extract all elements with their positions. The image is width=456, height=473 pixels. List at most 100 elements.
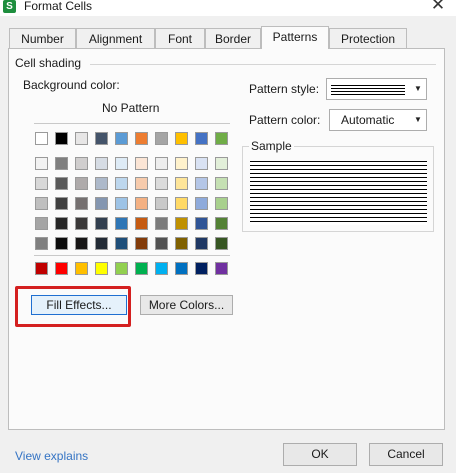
pattern-style-dropdown[interactable]: ▼ xyxy=(326,78,427,100)
standard-color-swatch[interactable] xyxy=(155,262,168,275)
tint-color-swatch[interactable] xyxy=(115,197,128,210)
standard-color-swatch[interactable] xyxy=(175,262,188,275)
theme-color-swatch[interactable] xyxy=(55,132,68,145)
cell-shading-group-label: Cell shading xyxy=(13,56,84,70)
tint-color-swatch[interactable] xyxy=(195,177,208,190)
tint-color-swatch[interactable] xyxy=(35,157,48,170)
tint-color-swatch[interactable] xyxy=(35,197,48,210)
tint-color-swatch[interactable] xyxy=(155,197,168,210)
theme-color-swatch[interactable] xyxy=(175,132,188,145)
tint-color-swatch[interactable] xyxy=(115,237,128,250)
more-colors-button[interactable]: More Colors... xyxy=(140,295,233,315)
pattern-color-label: Pattern color: xyxy=(249,113,321,127)
no-pattern-option[interactable]: No Pattern xyxy=(102,101,159,115)
close-icon[interactable]: ✕ xyxy=(428,0,448,15)
tint-color-swatch[interactable] xyxy=(175,157,188,170)
tint-color-swatch[interactable] xyxy=(75,217,88,230)
sample-preview xyxy=(250,161,427,225)
standard-color-swatch[interactable] xyxy=(55,262,68,275)
tab-patterns[interactable]: Patterns xyxy=(261,26,329,49)
tint-color-swatch[interactable] xyxy=(75,157,88,170)
standard-color-swatch[interactable] xyxy=(95,262,108,275)
app-logo-icon: S xyxy=(3,0,16,13)
theme-color-swatch[interactable] xyxy=(95,132,108,145)
tint-color-swatch[interactable] xyxy=(195,217,208,230)
theme-color-swatch[interactable] xyxy=(215,132,228,145)
chevron-down-icon: ▼ xyxy=(414,84,422,93)
sample-label: Sample xyxy=(249,139,294,153)
tint-color-swatch[interactable] xyxy=(115,177,128,190)
tint-color-swatch[interactable] xyxy=(215,177,228,190)
highlight-annotation xyxy=(15,286,131,327)
background-color-label: Background color: xyxy=(23,78,120,92)
tint-color-swatch[interactable] xyxy=(215,237,228,250)
tint-color-swatch[interactable] xyxy=(55,237,68,250)
tint-color-swatch[interactable] xyxy=(35,217,48,230)
theme-color-swatch[interactable] xyxy=(35,132,48,145)
theme-color-swatch[interactable] xyxy=(155,132,168,145)
tint-color-swatch[interactable] xyxy=(135,197,148,210)
title-bar: S Format Cells ✕ xyxy=(0,0,456,16)
tint-color-swatch[interactable] xyxy=(195,237,208,250)
tint-color-swatch[interactable] xyxy=(155,177,168,190)
standard-color-swatch[interactable] xyxy=(35,262,48,275)
theme-color-swatch[interactable] xyxy=(75,132,88,145)
dialog-title: Format Cells xyxy=(24,0,93,13)
chevron-down-icon: ▼ xyxy=(414,115,422,124)
standard-color-swatch[interactable] xyxy=(115,262,128,275)
standard-color-swatch[interactable] xyxy=(195,262,208,275)
group-divider xyxy=(90,64,436,65)
tint-color-swatch[interactable] xyxy=(215,217,228,230)
tint-color-swatch[interactable] xyxy=(135,217,148,230)
theme-color-swatch[interactable] xyxy=(115,132,128,145)
ok-button[interactable]: OK xyxy=(283,443,357,466)
cancel-button[interactable]: Cancel xyxy=(369,443,443,466)
tint-color-swatch[interactable] xyxy=(55,197,68,210)
pattern-color-dropdown[interactable]: Automatic ▼ xyxy=(329,109,427,131)
tint-color-swatch[interactable] xyxy=(175,177,188,190)
pattern-style-preview xyxy=(331,85,405,95)
palette-divider xyxy=(34,255,230,256)
tint-color-swatch[interactable] xyxy=(75,177,88,190)
pattern-color-value: Automatic xyxy=(341,113,395,127)
tint-color-swatch[interactable] xyxy=(95,197,108,210)
tint-color-swatch[interactable] xyxy=(135,157,148,170)
tint-color-swatch[interactable] xyxy=(35,237,48,250)
tab-alignment[interactable]: Alignment xyxy=(76,28,155,48)
theme-color-swatch[interactable] xyxy=(195,132,208,145)
tab-protection[interactable]: Protection xyxy=(329,28,407,48)
standard-color-swatch[interactable] xyxy=(215,262,228,275)
tint-color-swatch[interactable] xyxy=(55,217,68,230)
tint-color-swatch[interactable] xyxy=(35,177,48,190)
tab-number[interactable]: Number xyxy=(9,28,76,48)
tint-color-swatch[interactable] xyxy=(155,237,168,250)
view-explains-link[interactable]: View explains xyxy=(15,449,88,463)
standard-color-swatch[interactable] xyxy=(75,262,88,275)
tint-color-swatch[interactable] xyxy=(215,157,228,170)
tint-color-swatch[interactable] xyxy=(55,177,68,190)
pattern-style-label: Pattern style: xyxy=(249,82,320,96)
tint-color-swatch[interactable] xyxy=(135,237,148,250)
tint-color-swatch[interactable] xyxy=(215,197,228,210)
tint-color-swatch[interactable] xyxy=(75,237,88,250)
tint-color-swatch[interactable] xyxy=(55,157,68,170)
tint-color-swatch[interactable] xyxy=(95,237,108,250)
tint-color-swatch[interactable] xyxy=(75,197,88,210)
tint-color-swatch[interactable] xyxy=(135,177,148,190)
tint-color-swatch[interactable] xyxy=(195,197,208,210)
standard-color-swatch[interactable] xyxy=(135,262,148,275)
tab-font[interactable]: Font xyxy=(155,28,205,48)
tint-color-swatch[interactable] xyxy=(155,217,168,230)
tint-color-swatch[interactable] xyxy=(115,157,128,170)
tint-color-swatch[interactable] xyxy=(175,197,188,210)
tint-color-swatch[interactable] xyxy=(95,217,108,230)
tint-color-swatch[interactable] xyxy=(175,217,188,230)
tint-color-swatch[interactable] xyxy=(95,177,108,190)
tint-color-swatch[interactable] xyxy=(195,157,208,170)
tint-color-swatch[interactable] xyxy=(175,237,188,250)
tint-color-swatch[interactable] xyxy=(155,157,168,170)
tint-color-swatch[interactable] xyxy=(115,217,128,230)
theme-color-swatch[interactable] xyxy=(135,132,148,145)
tab-border[interactable]: Border xyxy=(205,28,261,48)
tint-color-swatch[interactable] xyxy=(95,157,108,170)
